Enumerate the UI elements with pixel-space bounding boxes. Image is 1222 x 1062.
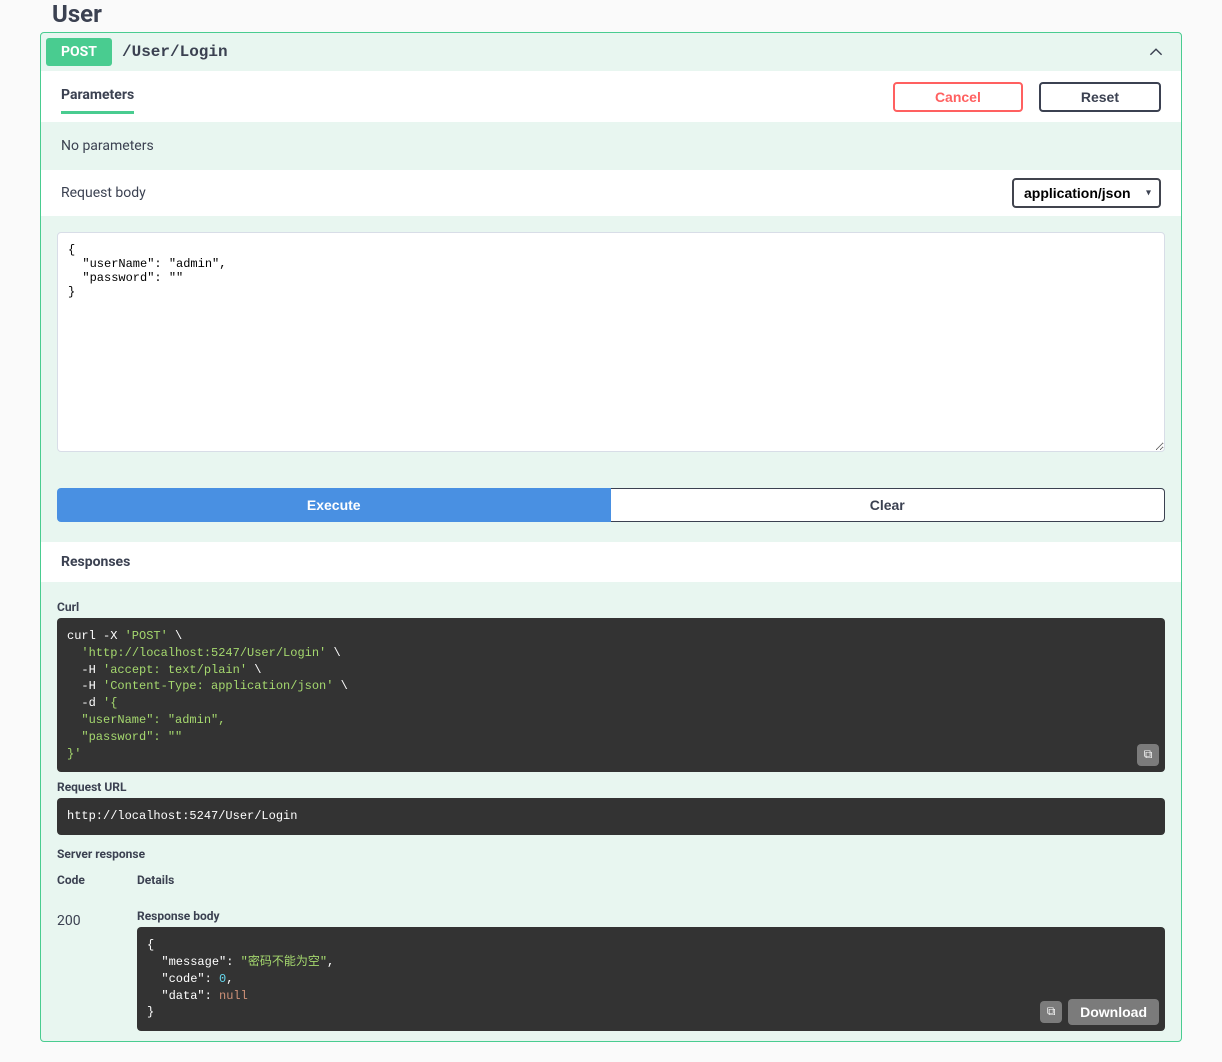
request-url-label: Request URL <box>57 772 1165 798</box>
details-col-header: Details <box>137 873 174 887</box>
copy-icon[interactable]: ⧉ <box>1040 1001 1062 1023</box>
response-row: 200 Response body { "message": "密码不能为空",… <box>57 895 1165 1031</box>
request-url-block: http://localhost:5247/User/Login <box>57 798 1165 835</box>
curl-label: Curl <box>57 592 1165 618</box>
chevron-up-icon <box>1146 42 1166 62</box>
curl-code-block: curl -X 'POST' \ 'http://localhost:5247/… <box>57 618 1165 772</box>
no-parameters-label: No parameters <box>41 122 1181 170</box>
method-badge: POST <box>46 38 112 66</box>
copy-icon[interactable]: ⧉ <box>1137 744 1159 766</box>
execute-button[interactable]: Execute <box>57 488 611 522</box>
download-button[interactable]: Download <box>1068 999 1159 1025</box>
response-body-label: Response body <box>137 901 1165 927</box>
status-code: 200 <box>57 901 117 1031</box>
server-response-label: Server response <box>57 835 1165 865</box>
tab-parameters[interactable]: Parameters <box>61 79 134 114</box>
response-body-block: { "message": "密码不能为空", "code": 0, "data"… <box>137 927 1165 1031</box>
clear-button[interactable]: Clear <box>611 488 1166 522</box>
content-type-select[interactable]: application/json <box>1012 178 1161 208</box>
code-col-header: Code <box>57 873 117 887</box>
response-table-header: Code Details <box>57 865 1165 895</box>
responses-header: Responses <box>41 542 1181 582</box>
tabs-row: Parameters Cancel Reset <box>41 71 1181 122</box>
request-body-label: Request body <box>61 185 146 201</box>
cancel-button[interactable]: Cancel <box>893 82 1023 112</box>
section-title: User <box>40 0 1182 32</box>
reset-button[interactable]: Reset <box>1039 82 1161 112</box>
opblock-post: POST /User/Login Parameters Cancel Reset… <box>40 32 1182 1042</box>
request-body-textarea[interactable] <box>57 232 1165 452</box>
operation-path: /User/Login <box>122 43 1146 61</box>
request-body-row: Request body application/json ▾ <box>41 170 1181 216</box>
operation-summary[interactable]: POST /User/Login <box>41 33 1181 71</box>
